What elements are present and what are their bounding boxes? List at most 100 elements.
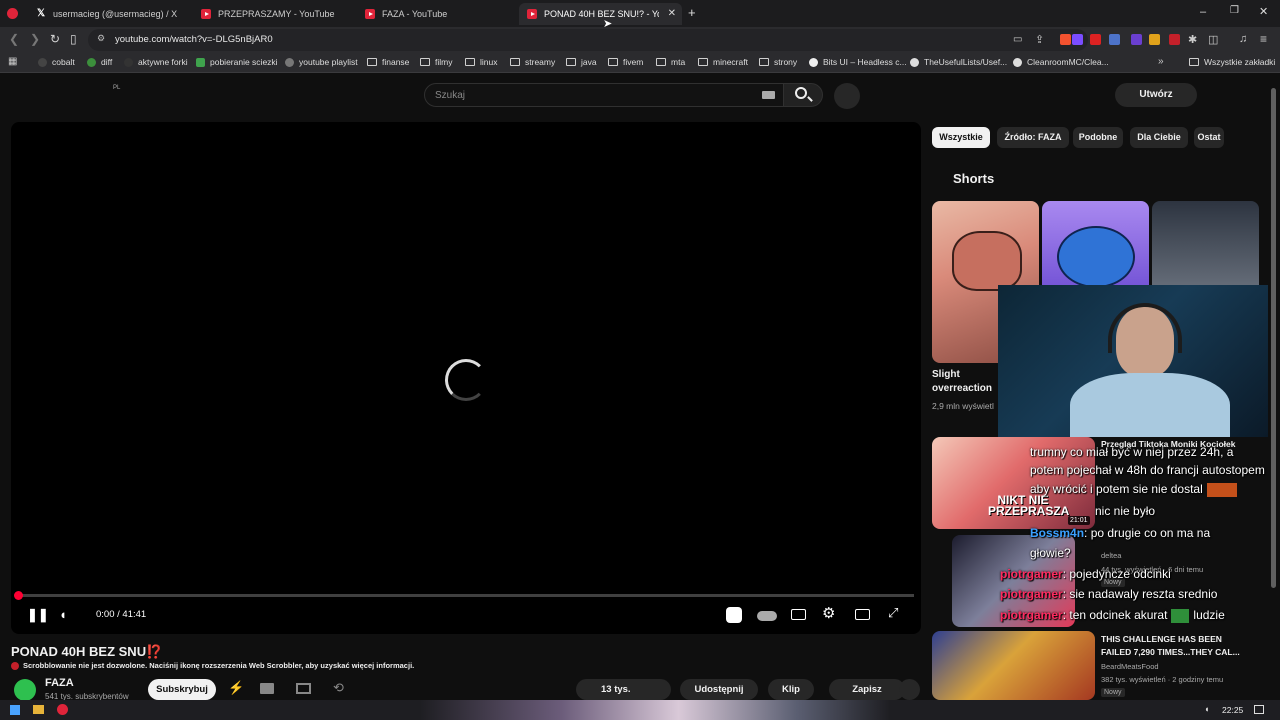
address-bar[interactable]: ⚙ youtube.com/watch?v=-DLG5nBjAR0 (88, 29, 1088, 51)
miniplayer-icon[interactable] (296, 683, 311, 694)
close-window-icon[interactable]: ✕ (1259, 5, 1268, 18)
save-button[interactable]: Zapisz (829, 679, 905, 700)
volume-icon[interactable]: ◖ (59, 607, 67, 622)
extension-blue-icon[interactable] (1109, 34, 1120, 45)
search-button[interactable] (783, 83, 823, 107)
share-icon[interactable]: ⇪ (1035, 33, 1044, 46)
related-video-channel[interactable]: deltea (1101, 551, 1121, 560)
extension-scrobbler-icon[interactable] (1169, 34, 1180, 45)
reload-icon[interactable]: ↻ (50, 32, 60, 46)
extension-red-icon[interactable] (1090, 34, 1101, 45)
bookmark-item[interactable]: diff (87, 57, 112, 67)
bookmark-item[interactable]: CleanroomMC/Clea... (1013, 57, 1109, 67)
theater-mode-icon[interactable] (855, 609, 870, 620)
forward-icon[interactable]: ❯ (30, 32, 40, 46)
clip-button[interactable]: Klip (768, 679, 814, 700)
related-video-channel[interactable]: BeardMeatsFood (1101, 662, 1159, 671)
subscribe-button[interactable]: Subskrybuj (148, 679, 216, 700)
tab-przepraszamy[interactable]: PRZEPRASZAMY - YouTube (193, 3, 358, 25)
bookmark-folder[interactable]: mta (656, 57, 685, 67)
lightning-icon[interactable]: ⚡ (228, 680, 244, 696)
related-video-title[interactable]: THIS CHALLENGE HAS BEEN (1101, 633, 1251, 645)
back-icon[interactable]: ❮ (9, 32, 19, 46)
scrubber-handle[interactable] (14, 591, 23, 600)
bookmark-folder[interactable]: streamy (510, 57, 555, 67)
channel-avatar[interactable] (14, 679, 36, 701)
file-explorer-icon[interactable] (33, 705, 44, 714)
bookmark-folder[interactable]: fivem (608, 57, 643, 67)
autoplay-toggle[interactable] (757, 611, 777, 621)
bookmark-page-icon[interactable]: ▯ (70, 32, 77, 46)
browser-taskbar-icon[interactable] (57, 704, 68, 715)
short-title-line[interactable]: Slight (932, 369, 960, 380)
media-icon[interactable]: ♫ (1239, 33, 1247, 45)
bookmark-folder[interactable]: java (566, 57, 597, 67)
extensions-puzzle-icon[interactable]: ✱ (1188, 33, 1197, 46)
sponsorblock-icon[interactable] (726, 607, 742, 623)
page-scrollbar[interactable] (1271, 88, 1276, 588)
minimize-icon[interactable]: – (1200, 6, 1206, 18)
image-icon[interactable] (260, 683, 274, 694)
related-video-thumbnail[interactable] (932, 631, 1095, 700)
bookmark-folder[interactable]: minecraft (698, 57, 748, 67)
bookmark-folder[interactable]: filmy (420, 57, 452, 67)
create-button[interactable]: Utwórz (1115, 83, 1197, 107)
short-title-line[interactable]: overreaction (932, 383, 992, 394)
tab-faza[interactable]: FAZA - YouTube (357, 3, 519, 25)
video-player[interactable]: ❚❚ ◖ 0:00 / 41:41 ⚙ ⤢ (11, 122, 921, 634)
close-tab-icon[interactable]: ✕ (668, 8, 676, 19)
folder-icon (367, 58, 377, 66)
loop-icon[interactable]: ⟲ (333, 680, 344, 696)
tab-active-video[interactable]: PONAD 40H BEZ SNU!? - YouTube ✕ (519, 3, 682, 25)
extension-purple-icon[interactable] (1131, 34, 1142, 45)
scrobbler-notice: Scrobblowanie nie jest dozwolone. Naciśn… (11, 661, 414, 670)
fullscreen-icon[interactable]: ⤢ (888, 605, 898, 621)
more-bookmarks-icon[interactable]: » (1158, 56, 1164, 67)
sidebar-icon[interactable]: ◫ (1208, 33, 1218, 46)
apps-grid-icon[interactable]: ▦ (8, 56, 17, 67)
restore-icon[interactable]: ❐ (1230, 5, 1239, 16)
progress-bar[interactable] (18, 594, 914, 597)
bookmark-folder[interactable]: linux (465, 57, 497, 67)
rewards-icon[interactable] (1072, 34, 1083, 45)
bookmark-item[interactable]: youtube playlist (285, 57, 358, 67)
share-button[interactable]: Udostępnij (680, 679, 758, 700)
chip-recent[interactable]: Ostat (1194, 127, 1224, 148)
bookmark-item[interactable]: TheUsefulLists/Usef... (910, 57, 1007, 67)
voice-search-button[interactable] (834, 83, 860, 109)
pause-icon[interactable]: ❚❚ (27, 607, 49, 623)
search-input[interactable]: Szukaj (424, 83, 784, 107)
related-video-title[interactable]: FAILED 7,290 TIMES...THEY CAL... (1101, 646, 1251, 658)
chat-line: piotrgamer: ten odcinek akurat ludzie (1000, 608, 1225, 623)
start-icon[interactable] (10, 705, 20, 715)
site-info-icon[interactable]: ⚙ (97, 33, 105, 44)
chip-source[interactable]: Źródło: FAZA (997, 127, 1069, 148)
bookmark-item[interactable]: pobieranie sciezki (196, 57, 278, 67)
chip-for-you[interactable]: Dla Ciebie (1130, 127, 1188, 148)
youtube-favicon-icon (201, 9, 211, 19)
brave-shield-icon[interactable] (1060, 34, 1071, 45)
subtitles-icon[interactable] (791, 609, 806, 620)
folder-icon (420, 58, 430, 66)
chip-all[interactable]: Wszystkie (932, 127, 990, 148)
tab-x[interactable]: 𝕏 usermacieg (@usermacieg) / X (28, 3, 193, 25)
extension-yellow-icon[interactable] (1149, 34, 1160, 45)
bookmark-folder[interactable]: finanse (367, 57, 409, 67)
bookmark-folder[interactable]: strony (759, 57, 797, 67)
chip-related[interactable]: Podobne (1073, 127, 1123, 148)
bookmark-item[interactable]: aktywne forki (124, 57, 188, 67)
menu-icon[interactable]: ≡ (1260, 32, 1267, 46)
all-bookmarks[interactable]: Wszystkie zakładki (1189, 57, 1275, 67)
bookmark-item[interactable]: Bits UI – Headless c... (809, 57, 907, 67)
notifications-icon[interactable] (1254, 705, 1264, 714)
more-actions-button[interactable] (899, 679, 920, 700)
new-tab-icon[interactable]: + (688, 5, 696, 20)
volume-tray-icon[interactable]: ◖ (1204, 704, 1209, 714)
settings-gear-icon[interactable]: ⚙ (822, 604, 835, 622)
browser-logo-icon[interactable] (7, 8, 18, 19)
like-button[interactable]: 13 tys. (576, 679, 671, 700)
bookmark-item[interactable]: cobalt (38, 57, 75, 67)
channel-name[interactable]: FAZA (45, 677, 74, 689)
cast-icon[interactable]: ▭ (1013, 34, 1022, 45)
keyboard-icon[interactable] (762, 91, 775, 99)
